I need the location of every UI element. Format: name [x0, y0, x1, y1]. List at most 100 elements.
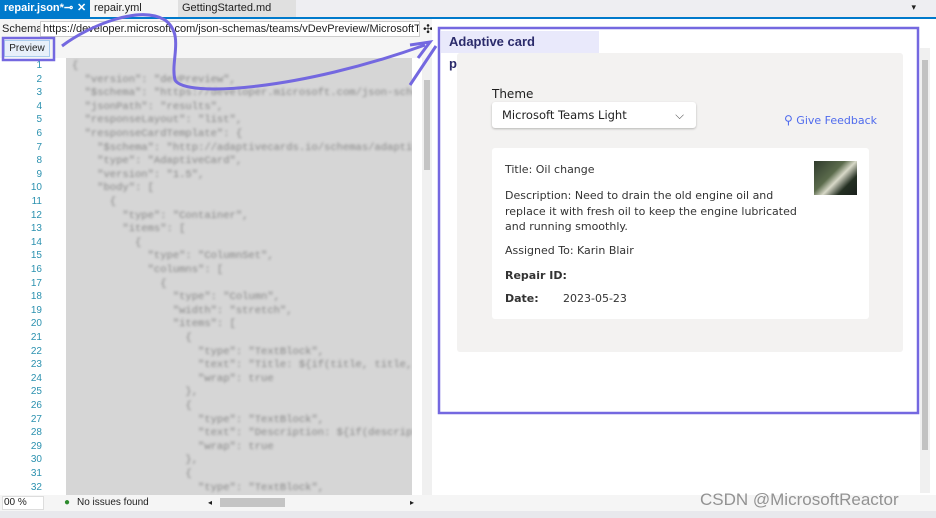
- code-line: "type": "Column",: [72, 291, 280, 304]
- line-number: 2: [36, 73, 42, 85]
- line-number: 16: [30, 264, 42, 275]
- tab-label: repair.json*: [4, 2, 64, 14]
- code-line: "responseCardTemplate": {: [72, 128, 243, 140]
- scroll-left-icon[interactable]: ◂: [208, 495, 212, 511]
- line-number: 1: [36, 60, 42, 71]
- code-line: "jsonPath": "results",: [72, 100, 224, 113]
- check-icon: ●: [64, 497, 71, 508]
- card-date-value: 2023-05-23: [563, 292, 627, 305]
- code-line: {: [72, 236, 142, 249]
- line-number: 3: [36, 87, 42, 99]
- close-icon[interactable]: ✕: [77, 0, 86, 17]
- tab-getting-started[interactable]: GettingStarted.md: [178, 0, 296, 17]
- line-number: 8: [36, 155, 42, 167]
- theme-label: Theme: [492, 87, 534, 101]
- preview-scroll-thumb[interactable]: [922, 60, 928, 450]
- card-title: Title: Oil change: [505, 163, 595, 176]
- line-number: 5: [36, 114, 42, 126]
- code-line: "$schema": "https://developer.microsoft.…: [72, 87, 412, 100]
- code-line: "type": "ColumnSet",: [72, 250, 274, 263]
- line-number: 32: [30, 481, 42, 493]
- previewer-heading: Adaptive card previewer: [441, 31, 599, 71]
- issues-status[interactable]: No issues found: [77, 495, 149, 511]
- code-line: "type": "TextBlock",: [72, 481, 325, 494]
- give-feedback-link[interactable]: ⚲ Give Feedback: [784, 113, 877, 127]
- tab-dropdown-icon[interactable]: ▾: [911, 2, 916, 13]
- code-line: },: [72, 386, 199, 399]
- tab-repair-json[interactable]: repair.json* ⊸ ✕: [0, 0, 90, 17]
- schema-bar: Schema: https://developer.microsoft.com/…: [0, 19, 433, 39]
- line-number: 18: [30, 291, 42, 303]
- tab-bar: repair.json* ⊸ ✕ repair.yml GettingStarted…: [0, 0, 936, 19]
- watermark: CSDN @MicrosoftReactor: [700, 490, 899, 509]
- code-line: "type": "TextBlock",: [72, 413, 325, 426]
- schema-input[interactable]: https://developer.microsoft.com/json-sch…: [40, 21, 420, 37]
- line-number: 6: [36, 128, 42, 139]
- line-number: 19: [30, 304, 42, 316]
- line-number: 25: [30, 386, 42, 398]
- theme-dropdown[interactable]: Microsoft Teams Light ⌵: [492, 102, 696, 128]
- code-line: "items": [: [72, 223, 186, 236]
- line-number-gutter: 1 2 3 4 5 6 7 8 9 10 11 12 13 14 15 16 17 18 19 20 21 22 23 24 2…: [0, 58, 66, 495]
- adaptive-card: Title: Oil change Description: Need to d…: [492, 148, 869, 319]
- line-number: 7: [36, 141, 42, 153]
- card-assigned: Assigned To: Karin Blair: [505, 244, 634, 257]
- line-number: 28: [30, 427, 42, 439]
- preview-button[interactable]: Preview: [4, 40, 50, 57]
- line-number: 11: [31, 196, 42, 207]
- code-line: "width": "stretch",: [72, 304, 293, 317]
- line-number: 24: [30, 372, 42, 384]
- pin-icon[interactable]: ⊸: [64, 0, 73, 17]
- card-date-label: Date:: [505, 292, 539, 305]
- line-number: 22: [30, 345, 42, 357]
- code-line: "text": "Title: ${if(title, title, 'N/A'…: [198, 359, 412, 372]
- code-line: "type": "Container",: [72, 209, 249, 222]
- code-editor[interactable]: { "version": "devPreview", "$schema": "h…: [66, 58, 412, 495]
- code-line: "body": [: [72, 182, 154, 195]
- code-line: {: [72, 277, 167, 290]
- editor-scroll-thumb[interactable]: [424, 80, 430, 170]
- line-number: 14: [30, 236, 42, 248]
- line-number: 21: [30, 332, 42, 343]
- code-line: },: [72, 454, 199, 467]
- code-line: "responseLayout": "list",: [72, 114, 243, 127]
- line-number: 10: [30, 182, 42, 194]
- card-repair-id-label: Repair ID:: [505, 269, 567, 282]
- line-number: 12: [30, 209, 42, 221]
- line-number: 9: [36, 168, 42, 180]
- code-line: "items": [: [72, 318, 236, 331]
- code-line: {: [72, 400, 192, 412]
- horizontal-scroll-thumb[interactable]: [220, 498, 285, 507]
- preview-toolbar: [0, 39, 432, 58]
- schema-label: Schema:: [2, 23, 46, 35]
- code-line: "wrap": true: [72, 372, 274, 385]
- code-line: "text": "Description: ${if(description: [72, 427, 412, 440]
- chevron-down-icon: ⌵: [675, 108, 684, 122]
- code-line: "type": "TextBlock",: [72, 345, 325, 358]
- line-number: 20: [30, 318, 42, 330]
- zoom-select[interactable]: 00 %: [2, 496, 44, 510]
- code-line: {: [72, 332, 192, 344]
- code-line: "wrap": true: [72, 440, 274, 453]
- scroll-right-icon[interactable]: ▸: [410, 495, 414, 511]
- bottom-bar: [0, 511, 936, 518]
- line-number: 4: [36, 100, 42, 112]
- code-line: "version": "devPreview",: [72, 73, 236, 86]
- line-number: 27: [30, 413, 42, 425]
- code-line: "version": "1.5",: [72, 168, 205, 181]
- line-number: 23: [30, 359, 42, 371]
- line-number: 31: [30, 468, 42, 479]
- code-line: {: [72, 468, 192, 480]
- code-line: "type": "AdaptiveCard",: [72, 155, 243, 168]
- code-line: {: [72, 196, 117, 208]
- theme-value: Microsoft Teams Light: [502, 108, 627, 122]
- zoom-value: 00 %: [4, 497, 27, 508]
- feedback-label: Give Feedback: [796, 114, 878, 127]
- tab-repair-yml[interactable]: repair.yml: [90, 0, 178, 17]
- card-image: [814, 161, 857, 195]
- line-number: 17: [30, 277, 42, 289]
- feedback-icon: ⚲: [784, 113, 793, 127]
- code-line: "$schema": "http://adaptivecards.io/sche…: [72, 141, 412, 154]
- line-number: 13: [30, 223, 42, 235]
- line-number: 30: [30, 454, 42, 466]
